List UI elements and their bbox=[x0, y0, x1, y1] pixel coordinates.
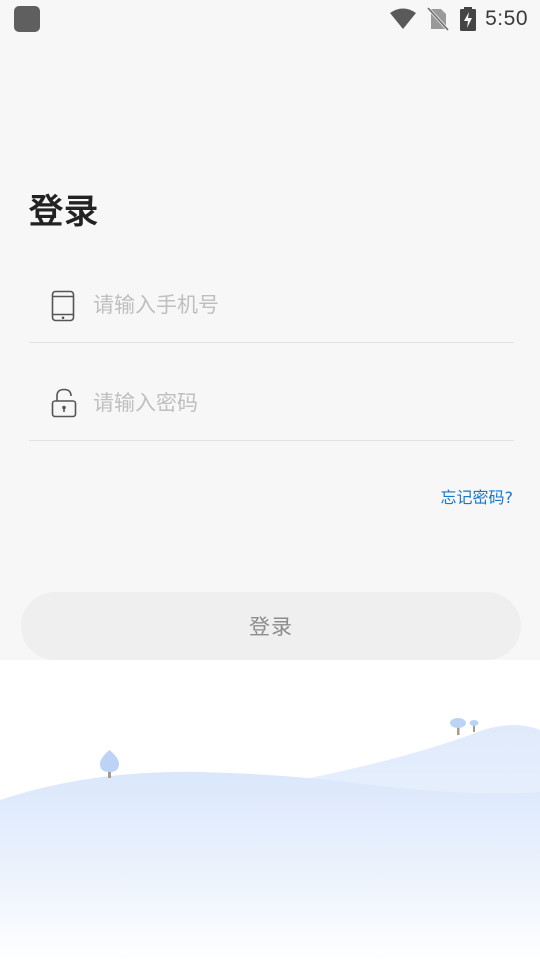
lock-icon bbox=[51, 388, 77, 418]
page-title: 登录 bbox=[29, 192, 99, 232]
login-panel: 5:50 登录 忘记密码? 登录 bbox=[0, 0, 540, 660]
tree-icon bbox=[469, 720, 479, 732]
login-button[interactable]: 登录 bbox=[21, 592, 521, 660]
password-input[interactable] bbox=[93, 386, 493, 420]
landscape-illustration bbox=[0, 718, 540, 960]
forgot-password-link[interactable]: 忘记密码? bbox=[441, 484, 514, 508]
login-screen: 5:50 登录 忘记密码? 登录 bbox=[0, 0, 540, 960]
phone-input[interactable] bbox=[93, 288, 493, 322]
tree-icon bbox=[450, 718, 466, 735]
phone-icon bbox=[51, 290, 75, 322]
status-time: 5:50 bbox=[485, 7, 528, 30]
app-notification-icon bbox=[14, 6, 40, 32]
status-bar: 5:50 bbox=[0, 0, 540, 38]
status-icons: 5:50 bbox=[389, 5, 528, 33]
wifi-icon bbox=[390, 8, 417, 29]
tree-icon bbox=[100, 750, 119, 778]
no-sim-icon bbox=[427, 7, 450, 31]
battery-charging-icon bbox=[460, 7, 477, 31]
phone-field bbox=[29, 252, 514, 343]
password-field bbox=[29, 350, 514, 441]
